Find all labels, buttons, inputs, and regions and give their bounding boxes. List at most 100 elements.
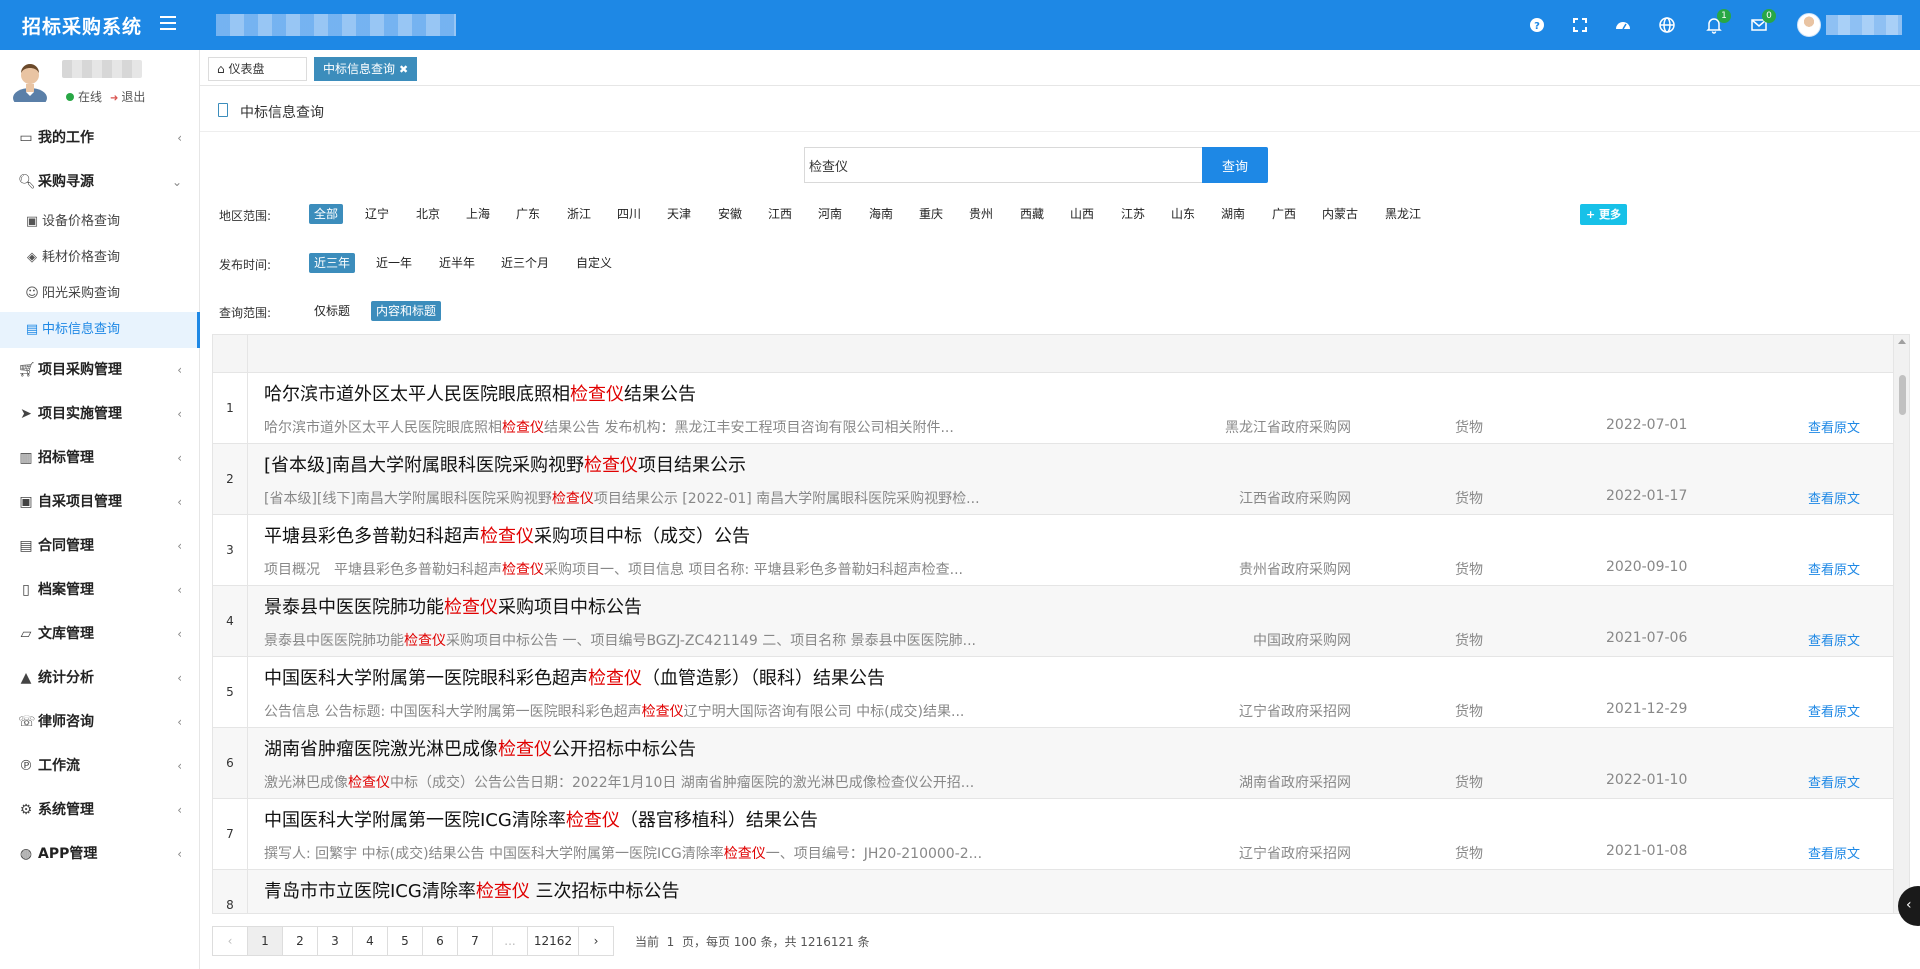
view-original-link[interactable]: 查看原文 bbox=[1808, 488, 1860, 507]
table-row[interactable]: 2 [省本级]南昌大学附属眼科医院采购视野检查仪项目结果公示 [省本级][线下]南昌… bbox=[213, 444, 1893, 515]
view-original-link[interactable]: 查看原文 bbox=[1808, 701, 1860, 720]
view-original-link[interactable]: 查看原文 bbox=[1808, 843, 1860, 862]
table-row[interactable]: 4 景泰县中医医院肺功能检查仪采购项目中标公告 景泰县中医医院肺功能检查仪采购项目中… bbox=[213, 586, 1893, 657]
table-row[interactable]: 5 中国医科大学附属第一医院眼科彩色超声检查仪（血管造影）（眼科）结果公告 公告信息… bbox=[213, 657, 1893, 728]
sidebar-item-workflow[interactable]: ℗ 工作流 ‹ bbox=[0, 744, 200, 788]
region-chip[interactable]: 贵州 bbox=[964, 204, 998, 224]
view-original-link[interactable]: 查看原文 bbox=[1808, 417, 1860, 436]
region-chip[interactable]: 北京 bbox=[411, 204, 445, 224]
table-row[interactable]: 3 平塘县彩色多普勒妇科超声检查仪采购项目中标（成交）公告 项目概况 平塘县彩色多普… bbox=[213, 515, 1893, 586]
sidebar-item-contract[interactable]: ▤ 合同管理 ‹ bbox=[0, 524, 200, 568]
sidebar-item-self-purchase[interactable]: ▣ 自采项目管理 ‹ bbox=[0, 480, 200, 524]
sidebar-item-lawyer[interactable]: ☏ 律师咨询 ‹ bbox=[0, 700, 200, 744]
view-original-link[interactable]: 查看原文 bbox=[1808, 772, 1860, 791]
table-row[interactable]: 6 湖南省肿瘤医院激光淋巴成像检查仪公开招标中标公告 激光淋巴成像检查仪中标（成交）… bbox=[213, 728, 1893, 799]
region-chip[interactable]: 天津 bbox=[662, 204, 696, 224]
time-chip[interactable]: 近一年 bbox=[371, 253, 417, 273]
logout-icon[interactable]: ➜ bbox=[110, 93, 118, 104]
table-scrollbar[interactable] bbox=[1893, 335, 1909, 913]
result-title[interactable]: 中国医科大学附属第一医院ICG清除率检查仪（器官移植科）结果公告 bbox=[264, 806, 818, 832]
menu-toggle-icon[interactable] bbox=[160, 16, 176, 30]
page-button[interactable]: 6 bbox=[422, 926, 458, 956]
scroll-thumb[interactable] bbox=[1899, 375, 1906, 415]
tab-bid-info[interactable]: 中标信息查询 ✖ bbox=[314, 57, 418, 81]
result-title[interactable]: [省本级]南昌大学附属眼科医院采购视野检查仪项目结果公示 bbox=[264, 451, 746, 477]
page-button[interactable]: 12162 bbox=[527, 926, 579, 956]
sidebar-item-statistics[interactable]: ▲ 统计分析 ‹ bbox=[0, 656, 200, 700]
sidebar-subitem-bid-info[interactable]: ▤ 中标信息查询 bbox=[0, 312, 200, 348]
page-button[interactable]: 4 bbox=[352, 926, 388, 956]
table-row[interactable]: 8 青岛市市立医院ICG清除率检查仪 三次招标中标公告 bbox=[213, 870, 1893, 913]
result-title[interactable]: 哈尔滨市道外区太平人民医院眼底照相检查仪结果公告 bbox=[264, 380, 696, 406]
sidebar-item-project-purchase[interactable]: 🛒︎ 项目采购管理 ‹ bbox=[0, 348, 200, 392]
sidebar-item-system[interactable]: ⚙ 系统管理 ‹ bbox=[0, 788, 200, 832]
result-title[interactable]: 中国医科大学附属第一医院眼科彩色超声检查仪（血管造影）（眼科）结果公告 bbox=[264, 664, 885, 690]
page-button[interactable]: 1 bbox=[247, 926, 283, 956]
page-button[interactable]: 3 bbox=[317, 926, 353, 956]
time-chip[interactable]: 近三年 bbox=[309, 253, 356, 273]
next-page-button[interactable]: › bbox=[578, 926, 614, 956]
result-title[interactable]: 青岛市市立医院ICG清除率检查仪 三次招标中标公告 bbox=[264, 877, 680, 903]
logout-link[interactable]: 退出 bbox=[121, 90, 145, 104]
region-chip[interactable]: 江西 bbox=[763, 204, 797, 224]
region-chip[interactable]: 黑龙江 bbox=[1380, 204, 1426, 224]
fullscreen-icon[interactable] bbox=[1571, 16, 1589, 34]
page-button[interactable]: 5 bbox=[387, 926, 423, 956]
region-chip[interactable]: 重庆 bbox=[914, 204, 948, 224]
sidebar-item-tender[interactable]: ▥ 招标管理 ‹ bbox=[0, 436, 200, 480]
table-row[interactable]: 1 哈尔滨市道外区太平人民医院眼底照相检查仪结果公告 哈尔滨市道外区太平人民医院眼底… bbox=[213, 373, 1893, 444]
bell-icon[interactable]: 1 bbox=[1705, 9, 1731, 34]
time-chip[interactable]: 近三个月 bbox=[496, 253, 554, 273]
sidebar-item-my-work[interactable]: ▭ 我的工作 ‹ bbox=[0, 116, 200, 160]
view-original-link[interactable]: 查看原文 bbox=[1808, 559, 1860, 578]
region-chip[interactable]: 四川 bbox=[612, 204, 646, 224]
region-chip[interactable]: 山西 bbox=[1065, 204, 1099, 224]
close-icon[interactable]: ✖ bbox=[399, 63, 408, 76]
sidebar-item-sourcing[interactable]: 🔍︎ 采购寻源 ⌄ bbox=[0, 160, 200, 204]
user-avatar-small[interactable] bbox=[1797, 13, 1821, 37]
mail-icon[interactable]: 0 bbox=[1750, 9, 1776, 34]
time-chip[interactable]: 近半年 bbox=[434, 253, 480, 273]
sidebar-item-app[interactable]: ◍ APP管理 ‹ bbox=[0, 832, 200, 876]
region-chip[interactable]: 广西 bbox=[1267, 204, 1301, 224]
scope-chip[interactable]: 内容和标题 bbox=[371, 301, 442, 321]
region-chip[interactable]: 上海 bbox=[461, 204, 495, 224]
sidebar-item-library[interactable]: ▱ 文库管理 ‹ bbox=[0, 612, 200, 656]
page-button[interactable]: 2 bbox=[282, 926, 318, 956]
region-chip[interactable]: 江苏 bbox=[1116, 204, 1150, 224]
region-chip[interactable]: 西藏 bbox=[1015, 204, 1049, 224]
sidebar-item-archive[interactable]: ▯ 档案管理 ‹ bbox=[0, 568, 200, 612]
time-chip[interactable]: 自定义 bbox=[571, 253, 617, 273]
table-row[interactable]: 7 中国医科大学附属第一医院ICG清除率检查仪（器官移植科）结果公告 撰写人: 回繁… bbox=[213, 799, 1893, 870]
sidebar-subitem-consumable-price[interactable]: ◈ 耗材价格查询 bbox=[0, 240, 200, 276]
more-regions-button[interactable]: + 更多 bbox=[1580, 204, 1628, 225]
sidebar-subitem-equipment-price[interactable]: ▣ 设备价格查询 bbox=[0, 204, 200, 240]
search-input[interactable] bbox=[804, 147, 1202, 183]
result-title[interactable]: 平塘县彩色多普勒妇科超声检查仪采购项目中标（成交）公告 bbox=[264, 522, 750, 548]
region-chip[interactable]: 湖南 bbox=[1216, 204, 1250, 224]
tab-dashboard[interactable]: ⌂ 仪表盘 bbox=[208, 57, 307, 81]
region-chip[interactable]: 全部 bbox=[309, 204, 344, 224]
region-chip[interactable]: 河南 bbox=[813, 204, 847, 224]
scope-chip[interactable]: 仅标题 bbox=[309, 301, 355, 321]
region-chip[interactable]: 海南 bbox=[864, 204, 898, 224]
dashboard-icon[interactable] bbox=[1614, 16, 1632, 34]
region-chip[interactable]: 山东 bbox=[1166, 204, 1200, 224]
view-original-link[interactable]: 查看原文 bbox=[1808, 630, 1860, 649]
sidebar-item-project-implementation[interactable]: ➤ 项目实施管理 ‹ bbox=[0, 392, 200, 436]
region-chip[interactable]: 浙江 bbox=[562, 204, 596, 224]
region-chip[interactable]: 内蒙古 bbox=[1317, 204, 1363, 224]
result-title[interactable]: 湖南省肿瘤医院激光淋巴成像检查仪公开招标中标公告 bbox=[264, 735, 696, 761]
region-chip[interactable]: 安徽 bbox=[713, 204, 747, 224]
scroll-up-icon[interactable] bbox=[1898, 339, 1906, 344]
region-chip[interactable]: 广东 bbox=[511, 204, 545, 224]
region-chip[interactable]: 辽宁 bbox=[360, 204, 394, 224]
result-title[interactable]: 景泰县中医医院肺功能检查仪采购项目中标公告 bbox=[264, 593, 642, 619]
blurred-username[interactable] bbox=[1826, 15, 1902, 35]
prev-page-button[interactable]: ‹ bbox=[212, 926, 248, 956]
help-icon[interactable]: ? bbox=[1528, 16, 1546, 34]
globe-icon[interactable] bbox=[1658, 16, 1676, 34]
search-button[interactable]: 查询 bbox=[1202, 147, 1268, 183]
page-button[interactable]: 7 bbox=[457, 926, 493, 956]
sidebar-subitem-sunshine-purchase[interactable]: ☺ 阳光采购查询 bbox=[0, 276, 200, 312]
